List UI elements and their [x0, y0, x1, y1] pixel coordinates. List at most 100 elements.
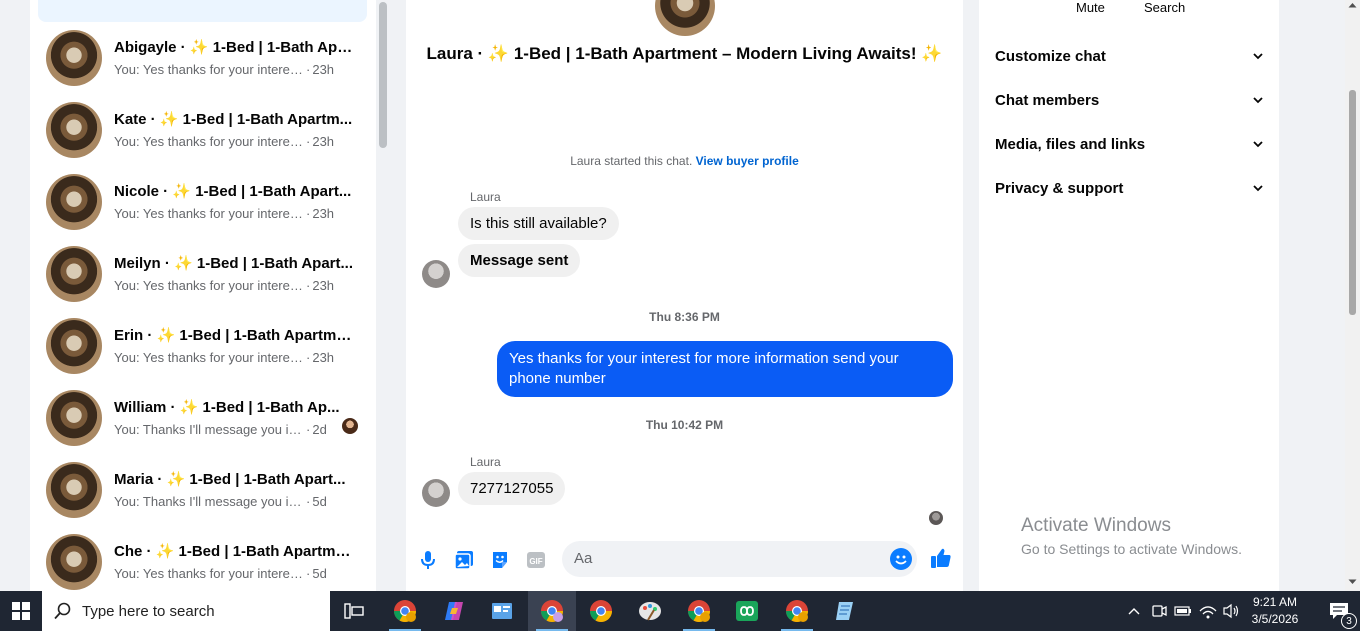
chat-item[interactable]: Erin · ✨ 1-Bed | 1-Bath Apartme... You: … [30, 310, 376, 382]
chat-name: Meilyn · ✨ 1-Bed | 1-Bath Apart... [114, 255, 354, 272]
scroll-up-icon[interactable] [1348, 2, 1357, 8]
windows-icon [12, 602, 30, 620]
chat-preview: You: Yes thanks for your interest f... · 2… [114, 62, 335, 77]
incoming-message[interactable]: 7277127055 [458, 472, 566, 505]
file-explorer-button[interactable] [478, 591, 526, 631]
taskbar-clock[interactable]: 9:21 AM 3/5/2026 [1230, 594, 1320, 628]
chevron-down-icon [1253, 53, 1263, 60]
section-privacy-support[interactable]: Privacy & support [995, 176, 1263, 200]
sender-avatar[interactable] [422, 260, 450, 288]
scrollbar-thumb[interactable] [1349, 90, 1356, 315]
paint-icon [639, 602, 661, 621]
chat-list: Abigayle · ✨ 1-Bed | 1-Bath Apa... You: … [30, 0, 376, 591]
message-timestamp: Thu 10:42 PM [645, 418, 724, 432]
mute-button[interactable]: Mute [1076, 0, 1105, 15]
notepad-app-button[interactable] [821, 591, 869, 631]
incoming-message[interactable]: Message sent [458, 244, 581, 277]
scroll-down-icon[interactable] [1348, 579, 1357, 585]
meet-now-button[interactable] [1148, 591, 1170, 631]
clock-date: 3/5/2026 [1251, 612, 1299, 626]
chat-preview: You: Yes thanks for your interest f... · 2… [114, 134, 335, 149]
message-timestamp: Thu 8:36 PM [649, 310, 720, 324]
chat-preview: You: Thanks I'll message you in ... · 2d [114, 422, 327, 437]
show-hidden-icons-button[interactable] [1124, 591, 1144, 631]
microphone-icon[interactable] [417, 549, 439, 571]
chat-item[interactable]: Meilyn · ✨ 1-Bed | 1-Bath Apart... You: … [30, 238, 376, 310]
wifi-icon [1199, 606, 1217, 619]
search-placeholder: Type here to search [82, 602, 215, 620]
chrome-app-button[interactable] [381, 591, 429, 631]
notification-count-badge: 3 [1341, 613, 1357, 629]
chat-preview: You: Yes thanks for your interest f... · 2… [114, 350, 335, 365]
sender-avatar[interactable] [422, 479, 450, 507]
seen-avatar [342, 418, 358, 434]
chat-item[interactable]: Maria · ✨ 1-Bed | 1-Bath Apart... You: T… [30, 454, 376, 526]
start-button[interactable] [0, 591, 42, 631]
conversation-avatar[interactable] [655, 0, 715, 36]
chat-item[interactable]: William · ✨ 1-Bed | 1-Bath Ap... You: Th… [30, 382, 376, 454]
avatar [46, 246, 102, 302]
chat-item[interactable]: Che · ✨ 1-Bed | 1-Bath Apartme... You: Y… [30, 526, 376, 591]
gif-icon[interactable]: GIF [525, 549, 547, 571]
taskbar-search[interactable]: Type here to search [42, 591, 330, 631]
task-view-icon [344, 603, 364, 619]
chrome-app-button[interactable] [773, 591, 821, 631]
contacts-card-icon [492, 603, 512, 619]
view-buyer-profile-link[interactable]: View buyer profile [696, 154, 799, 168]
chat-item[interactable]: Kate · ✨ 1-Bed | 1-Bath Apartm... You: Y… [30, 94, 376, 166]
search-button[interactable]: Search [1144, 0, 1185, 15]
avatar [46, 318, 102, 374]
chat-preview: You: Yes thanks for your interest f... · 2… [114, 206, 335, 221]
scrollbar-thumb[interactable] [379, 2, 387, 148]
chat-item[interactable]: Nicole · ✨ 1-Bed | 1-Bath Apart... You: … [30, 166, 376, 238]
section-label: Customize chat [995, 47, 1106, 65]
browser-page: Abigayle · ✨ 1-Bed | 1-Bath Apa... You: … [0, 0, 1360, 591]
incoming-message[interactable]: Is this still available? [458, 207, 619, 240]
like-icon[interactable] [930, 547, 952, 569]
chat-name: Maria · ✨ 1-Bed | 1-Bath Apart... [114, 471, 346, 488]
emoji-icon[interactable] [890, 548, 912, 570]
taskbar: Type here to search 9:21 AM 3/5/2026 3 [0, 591, 1360, 631]
avatar [46, 102, 102, 158]
chat-preview: You: Yes thanks for your interest for...… [114, 566, 327, 581]
watermark-subtitle: Go to Settings to activate Windows. [1021, 541, 1242, 557]
paint-app-button[interactable] [626, 591, 674, 631]
photo-icon[interactable] [453, 549, 475, 571]
chevron-down-icon [1253, 97, 1263, 104]
sticker-icon[interactable] [489, 549, 511, 571]
avatar [46, 462, 102, 518]
copilot-app-button[interactable] [430, 591, 478, 631]
chat-name: Erin · ✨ 1-Bed | 1-Bath Apartme... [114, 327, 354, 344]
sender-name: Laura [470, 455, 501, 469]
chat-preview: You: Thanks I'll message you in a m...·5… [114, 494, 327, 509]
page-scrollbar[interactable] [1345, 0, 1360, 591]
chevron-down-icon [1253, 141, 1263, 148]
battery-icon [1174, 606, 1191, 616]
infinity-app-button[interactable] [723, 591, 771, 631]
gutter [390, 0, 406, 591]
chrome-app-button-active[interactable] [528, 591, 576, 631]
chrome-icon [590, 600, 612, 622]
avatar [46, 390, 102, 446]
gutter [1279, 0, 1345, 591]
chat-item[interactable]: Abigayle · ✨ 1-Bed | 1-Bath Apa... You: … [30, 22, 376, 94]
notifications-button[interactable]: 3 [1318, 591, 1360, 631]
chat-list-scrollbar[interactable] [376, 0, 390, 591]
section-label: Privacy & support [995, 179, 1124, 197]
chrome-app-button[interactable] [675, 591, 723, 631]
chat-item-active[interactable] [38, 0, 367, 22]
section-media-files-links[interactable]: Media, files and links [995, 132, 1263, 156]
outgoing-message[interactable]: Yes thanks for your interest for more in… [497, 341, 953, 397]
chat-started-notice: Laura started this chat. View buyer prof… [406, 154, 963, 168]
chat-name: William · ✨ 1-Bed | 1-Bath Ap... [114, 399, 340, 416]
message-input[interactable] [562, 541, 917, 577]
section-chat-members[interactable]: Chat members [995, 88, 1263, 112]
chat-name: Che · ✨ 1-Bed | 1-Bath Apartme... [114, 543, 354, 560]
network-button[interactable] [1197, 591, 1219, 631]
task-view-button[interactable] [330, 591, 378, 631]
svg-text:GIF: GIF [529, 557, 542, 566]
chrome-app-button[interactable] [577, 591, 625, 631]
section-customize-chat[interactable]: Customize chat [995, 44, 1263, 68]
avatar [46, 30, 102, 86]
battery-button[interactable] [1172, 591, 1194, 631]
